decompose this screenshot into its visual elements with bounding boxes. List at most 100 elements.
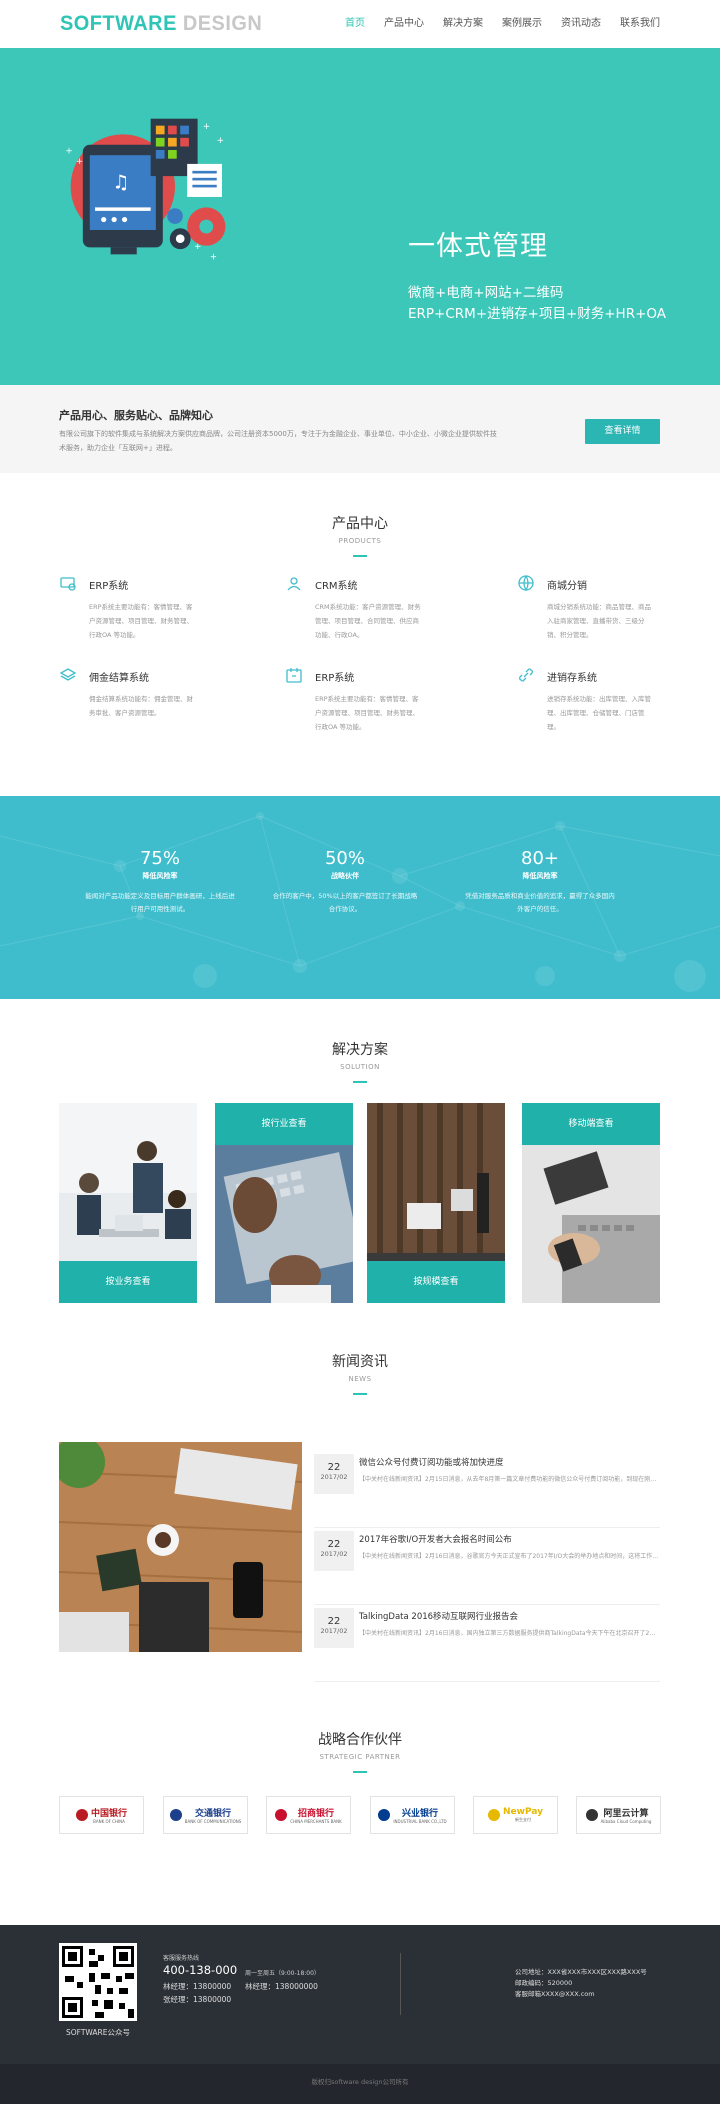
solutions-heading: 解决方案 SOLUTION — [0, 1039, 720, 1083]
svg-text:♫: ♫ — [112, 170, 129, 193]
nav-solutions[interactable]: 解决方案 — [443, 0, 483, 48]
stat-label: 降低风险率 — [142, 872, 178, 880]
news-year-month: 2017/02 — [320, 1473, 348, 1481]
nav-news[interactable]: 资讯动态 — [561, 0, 601, 48]
partner-emblem-icon — [169, 1809, 182, 1821]
nav-home[interactable]: 首页 — [345, 0, 365, 48]
stat-item: 80+ 降低风险率凭借对服务品质和商业价值的追求，赢得了众多国内外客户的信任。 — [440, 848, 640, 916]
solution-card-business[interactable]: 按业务查看 — [59, 1103, 197, 1303]
solution-caption: 按规模查看 — [367, 1261, 505, 1303]
manager-contact-2: 张经理：13800000 — [163, 1995, 232, 2004]
solution-card-mobile[interactable]: 移动端查看 — [522, 1103, 660, 1303]
news-year-month: 2017/02 — [320, 1550, 348, 1558]
calendar-icon — [286, 668, 302, 683]
section-title: 解决方案 — [332, 1042, 388, 1058]
hotline-label: 客服服务热线 — [163, 1955, 200, 1962]
partner-logo[interactable]: 中国银行 BANK OF CHINA — [59, 1796, 144, 1834]
manager-contact-3: 林经理：138000000 — [245, 1982, 318, 1991]
banner-line-2: ERP+CRM+进销存+项目+财务+HR+OA — [408, 306, 667, 322]
stat-number: 50% — [324, 848, 365, 869]
partner-logo[interactable]: 阿里云计算 Alibaba Cloud Computing — [576, 1796, 661, 1834]
nav-contact[interactable]: 联系我们 — [620, 0, 660, 48]
stat-desc: 合作的客户中，50%以上的客户都签订了长期战略合作协议。 — [272, 892, 418, 913]
nav-products[interactable]: 产品中心 — [384, 0, 424, 48]
news-item[interactable]: 22 2017/02 2017年谷歌I/O开发者大会报名时间公布 【中关村在线新闻资讯… — [314, 1527, 660, 1605]
stat-number: 80+ — [521, 848, 559, 869]
partners-heading: 战略合作伙伴 STRATEGIC PARTNER — [0, 1729, 720, 1773]
stat-label: 降低风险率 — [522, 872, 558, 880]
partner-subname: BANK OF COMMUNICATIONS — [184, 1819, 242, 1824]
banner-title: 一体式管理 — [408, 231, 548, 262]
banner-line-1: 微商+电商+网站+二维码 — [408, 285, 564, 301]
solution-caption: 按行业查看 — [215, 1103, 353, 1145]
partner-logo[interactable]: 兴业银行 INDUSTRIAL BANK CO.,LTD — [370, 1796, 455, 1834]
partner-name: NewPay — [503, 1807, 543, 1817]
partner-name: 中国银行 — [90, 1809, 127, 1819]
partner-name: 交通银行 — [194, 1809, 231, 1819]
news-title[interactable]: TalkingData 2016移动互联网行业报告会 — [359, 1610, 518, 1622]
stat-item: 75% 降低风险率 能闻对产品功能定义及目标用户群体画研，上线后进行用户可用性测试。 — [60, 848, 260, 916]
qr-label: SOFTWARE公众号 — [65, 2028, 130, 2037]
news-featured-image[interactable] — [59, 1442, 302, 1652]
partner-logo[interactable]: 招商银行 CHINA MERCHANTS BANK — [266, 1796, 351, 1834]
news-year-month: 2017/02 — [320, 1627, 348, 1635]
title-underline — [353, 555, 367, 557]
solution-card-scale[interactable]: 按规模查看 — [367, 1103, 505, 1303]
partner-subname: BANK OF CHINA — [93, 1819, 125, 1824]
keyboard-typing-photo — [215, 1145, 353, 1303]
news-item[interactable]: 22 2017/02 微信公众号付费订阅功能或将加快进度【中关村在线新闻资讯】2月1… — [314, 1450, 660, 1528]
news-item[interactable]: 22 2017/02 TalkingData 2016移动互联网行业报告会 【中关村在… — [314, 1604, 660, 1682]
stat-desc: 凭借对服务品质和商业价值的追求，赢得了众多国内外客户的信任。 — [465, 892, 615, 913]
title-underline — [353, 1393, 367, 1395]
section-title: 产品中心 — [332, 516, 388, 532]
stat-label: 战略伙伴 — [331, 872, 359, 880]
tablet-gears-illustration: ++++++ ♫ — [65, 118, 226, 263]
products-heading: 产品中心 PRODUCTS — [0, 513, 720, 557]
partner-emblem-icon — [378, 1809, 391, 1821]
title-underline — [353, 1081, 367, 1083]
company-address: 公司地址：XXX省XXX市XXX区XXX路XXX号 — [515, 1968, 647, 1976]
partner-logo[interactable]: 交通银行 BANK OF COMMUNICATIONS — [163, 1796, 248, 1834]
nav-cases[interactable]: 案例展示 — [502, 0, 542, 48]
product-desc: 商城分销系统功能：商品管理、商品入驻商家管理、直播带货、三级分销、积分管理。 — [547, 603, 651, 639]
news-title[interactable]: 2017年谷歌I/O开发者大会报名时间公布 — [359, 1533, 512, 1545]
logo-design: DESIGN — [182, 12, 263, 35]
product-desc: ERP系统主要功能有：客情管理、客户资源管理、项目管理、财务管理、行政OA 等功… — [89, 603, 193, 639]
view-details-button[interactable]: 查看详情 — [585, 419, 660, 444]
copyright-bar: 版权归software design公司所有 — [0, 2064, 720, 2104]
news-date: 22 2017/02 — [314, 1454, 354, 1494]
qr-code-icon[interactable] — [59, 1943, 137, 2021]
site-logo[interactable]: SOFTWARE DESIGN — [60, 12, 262, 36]
product-name: ERP系统 — [89, 581, 129, 592]
manager-contact-1: 林经理：13800000 — [163, 1982, 232, 1991]
solutions-section: 解决方案 SOLUTION 按业务查看 按行业查看 按规模查看 移动端查看 — [0, 999, 720, 1309]
news-section: 新闻资讯 NEWS 22 2017/02 微信公众号付费订阅功能或将加快进度【中关村… — [0, 1309, 720, 1729]
product-name: CRM系统 — [315, 581, 358, 592]
news-heading: 新闻资讯 NEWS — [0, 1351, 720, 1395]
product-name: 商城分销 — [547, 581, 587, 592]
partner-name: 招商银行 — [297, 1809, 334, 1819]
partner-emblem-icon — [275, 1809, 288, 1821]
intro-section: 产品用心、服务贴心、品牌知心 有限公司旗下的软件集成与系统解决方案供应商品牌，公… — [0, 385, 720, 473]
news-date: 22 2017/02 — [314, 1531, 354, 1571]
product-desc: 佣金结算系统功能有：佣金管理、财务审批、客户资源管理。 — [89, 695, 193, 717]
partner-emblem-icon — [75, 1809, 88, 1821]
partner-subname: Alibaba Cloud Computing — [600, 1819, 652, 1824]
crm-icon — [287, 577, 301, 591]
globe-icon — [518, 575, 534, 592]
partner-emblem-icon — [488, 1809, 501, 1821]
news-summary: 【中关村在线新闻资讯】2月15日消息，从去年8月第一篇文章付费功能的微信公众号付… — [359, 1476, 659, 1483]
stat-item: 50% 战略伙伴合作的客户中，50%以上的客户都签订了长期战略合作协议。 — [245, 848, 445, 916]
banner-text: 一体式管理 微商+电商+网站+二维码 ERP+CRM+进销存+项目+财务+HR+… — [408, 224, 666, 325]
solution-card-industry[interactable]: 按行业查看 — [215, 1103, 353, 1303]
news-title[interactable]: 微信公众号付费订阅功能或将加快进度 — [359, 1456, 504, 1468]
intro-title: 产品用心、服务贴心、品牌知心 — [59, 409, 213, 422]
svg-text:+: + — [217, 136, 224, 146]
partners-section: 战略合作伙伴 STRATEGIC PARTNER 中国银行 BANK OF CHI… — [0, 1729, 720, 1925]
product-name: 佣金结算系统 — [89, 673, 149, 684]
partner-logo[interactable]: NewPay 新生支付 — [473, 1796, 558, 1834]
logo-software: SOFTWARE — [60, 12, 177, 35]
section-subtitle: NEWS — [348, 1375, 372, 1383]
intro-description: 有限公司旗下的软件集成与系统解决方案供应商品牌，公司注册资本5000万，专注于为… — [59, 430, 497, 452]
solution-caption: 按业务查看 — [59, 1261, 197, 1303]
